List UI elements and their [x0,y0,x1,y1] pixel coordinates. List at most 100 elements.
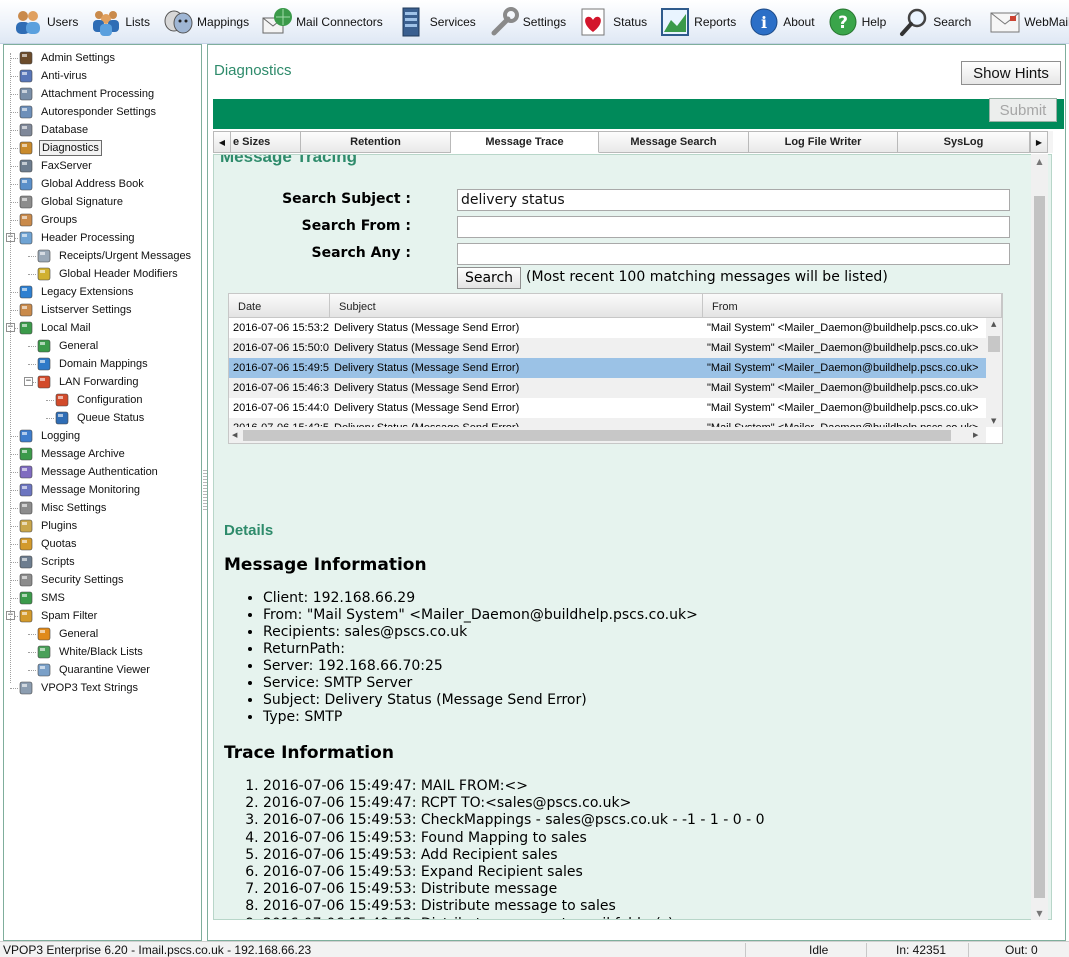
column-header-from[interactable]: From [703,294,1002,318]
sidebar-item-label: Global Signature [41,196,123,208]
sidebar-item-spam-filter[interactable]: − Spam Filter [4,607,201,625]
table-horizontal-scroll-thumb[interactable] [243,430,951,441]
sidebar-item-label: Logging [41,430,81,442]
toolbar-status-button[interactable]: Status [574,2,651,42]
mappings-icon [162,6,194,38]
tab-message-sizes[interactable]: e Sizes [231,131,301,153]
cell-from: "Mail System" <Mailer_Daemon@buildhelp.p… [707,322,979,334]
toolbar-lists-button[interactable]: Lists [86,2,154,42]
paperclip-icon [18,86,34,102]
sidebar-item-security-settings[interactable]: Security Settings [4,571,201,589]
sidebar-item-sms[interactable]: SMS [4,589,201,607]
lists-icon [90,6,122,38]
sidebar-item-attachment-processing[interactable]: Attachment Processing [4,85,201,103]
quota-icon [18,536,34,552]
sidebar-item-receipts-urgent-messages[interactable]: Receipts/Urgent Messages [4,247,201,265]
sidebar-item-database[interactable]: Database [4,121,201,139]
collapse-toggle-icon[interactable]: − [24,377,33,386]
cell-subject: Delivery Status (Message Send Error) [334,322,520,334]
sidebar-item-vpop3-text-strings[interactable]: VPOP3 Text Strings [4,679,201,697]
search-button[interactable]: Search [457,267,521,289]
table-vertical-scrollbar[interactable]: ▲ ▼ [986,318,1002,427]
sidebar-item-queue-status[interactable]: Queue Status [4,409,201,427]
sidebar-item-global-address-book[interactable]: Global Address Book [4,175,201,193]
toolbar-services-button[interactable]: Services [391,2,480,42]
toolbar-reports-button[interactable]: Reports [655,2,740,42]
submit-button[interactable]: Submit [989,98,1057,122]
search-subject-input[interactable] [457,189,1010,211]
table-row[interactable]: 2016-07-06 15:53:2 Delivery Status (Messa… [229,318,986,338]
toolbar-users-button[interactable]: Users [8,2,82,42]
toolbar-settings-button[interactable]: Settings [484,2,570,42]
toolbar-help-button[interactable]: ? Help [823,2,891,42]
sidebar-item-legacy-extensions[interactable]: Legacy Extensions [4,283,201,301]
tree-connector [10,58,18,59]
sidebar-item-header-processing[interactable]: − Header Processing [4,229,201,247]
sidebar-item-label: Queue Status [77,412,145,424]
sidebar-item-autoresponder-settings[interactable]: Autoresponder Settings [4,103,201,121]
table-row[interactable]: 2016-07-06 15:46:3 Delivery Status (Messa… [229,378,986,398]
column-header-date[interactable]: Date [229,294,330,318]
sidebar-item-global-header-modifiers[interactable]: Global Header Modifiers [4,265,201,283]
sidebar-item-scripts[interactable]: Scripts [4,553,201,571]
sidebar-item-domain-mappings[interactable]: Domain Mappings [4,355,201,373]
sidebar-item-lan-forwarding[interactable]: − LAN Forwarding [4,373,201,391]
sidebar-item-label: Legacy Extensions [41,286,134,298]
sidebar-item-local-mail[interactable]: − Local Mail [4,319,201,337]
sidebar-item-diagnostics[interactable]: Diagnostics [4,139,201,157]
sidebar-item-configuration[interactable]: Configuration [4,391,201,409]
show-hints-button[interactable]: Show Hints [961,61,1061,85]
sidebar-item-label: Configuration [77,394,143,406]
toolbar-mail-connectors-button[interactable]: Mail Connectors [257,2,387,42]
sidebar-item-general[interactable]: General [4,625,201,643]
sidebar-item-global-signature[interactable]: Global Signature [4,193,201,211]
table-row[interactable]: 2016-07-06 15:44:0 Delivery Status (Messa… [229,398,986,418]
sidebar-item-groups[interactable]: Groups [4,211,201,229]
column-header-subject[interactable]: Subject [330,294,703,318]
toolbar-about-button[interactable]: i About [744,2,818,42]
search-from-input[interactable] [457,216,1010,238]
table-row[interactable]: 2016-07-06 15:49:5 Delivery Status (Messa… [229,358,986,378]
toolbar-search-button[interactable]: Search [894,2,975,42]
toolbar-webmail-button[interactable]: WebMail [985,2,1069,42]
scroll-up-icon: ▲ [991,320,997,328]
sidebar-item-admin-settings[interactable]: Admin Settings [4,49,201,67]
content-vertical-scrollbar[interactable]: ▲ ▼ [1031,154,1048,920]
tree-connector [10,688,18,689]
sidebar-item-misc-settings[interactable]: Misc Settings [4,499,201,517]
sidebar-item-quotas[interactable]: Quotas [4,535,201,553]
table-row[interactable]: 2016-07-06 15:50:0 Delivery Status (Messa… [229,338,986,358]
sidebar-item-listserver-settings[interactable]: Listserver Settings [4,301,201,319]
sidebar-item-plugins[interactable]: Plugins [4,517,201,535]
search-any-input[interactable] [457,243,1010,265]
content-scroll-thumb[interactable] [1034,196,1045,898]
archive-icon [18,446,34,462]
sidebar-item-logging[interactable]: Logging [4,427,201,445]
tab-scroll-left-button[interactable]: ◀ [213,131,231,153]
tab-retention[interactable]: Retention [301,131,451,153]
sidebar-item-quarantine-viewer[interactable]: Quarantine Viewer [4,661,201,679]
tab-log-file-writer[interactable]: Log File Writer [749,131,898,153]
arrow-right-icon: ▶ [1035,137,1043,147]
sidebar-item-general[interactable]: General [4,337,201,355]
sidebar-item-message-authentication[interactable]: Message Authentication [4,463,201,481]
table-vertical-scroll-thumb[interactable] [988,336,1000,352]
sidebar-item-message-archive[interactable]: Message Archive [4,445,201,463]
tree-connector [28,364,36,365]
tab-message-search[interactable]: Message Search [599,131,749,153]
tab-message-trace[interactable]: Message Trace [451,131,599,153]
list-icon [36,644,52,660]
toolbar-mappings-button[interactable]: Mappings [158,2,253,42]
sidebar-item-white-black-lists[interactable]: White/Black Lists [4,643,201,661]
cell-date: 2016-07-06 15:53:2 [233,322,330,334]
sidebar-item-faxserver[interactable]: FaxServer [4,157,201,175]
sidebar-item-anti-virus[interactable]: Anti-virus [4,67,201,85]
tree-connector [28,670,36,671]
tab-scroll-right-button[interactable]: ▶ [1030,131,1048,153]
tab-syslog[interactable]: SysLog [898,131,1030,153]
main-toolbar: Users Lists Mappings Mail Connectors Ser… [0,0,1069,44]
table-horizontal-scrollbar[interactable]: ◀ ▶ [229,427,986,443]
sidebar-item-label: LAN Forwarding [59,376,139,388]
sidebar-item-message-monitoring[interactable]: Message Monitoring [4,481,201,499]
scroll-right-icon: ▶ [973,431,979,439]
